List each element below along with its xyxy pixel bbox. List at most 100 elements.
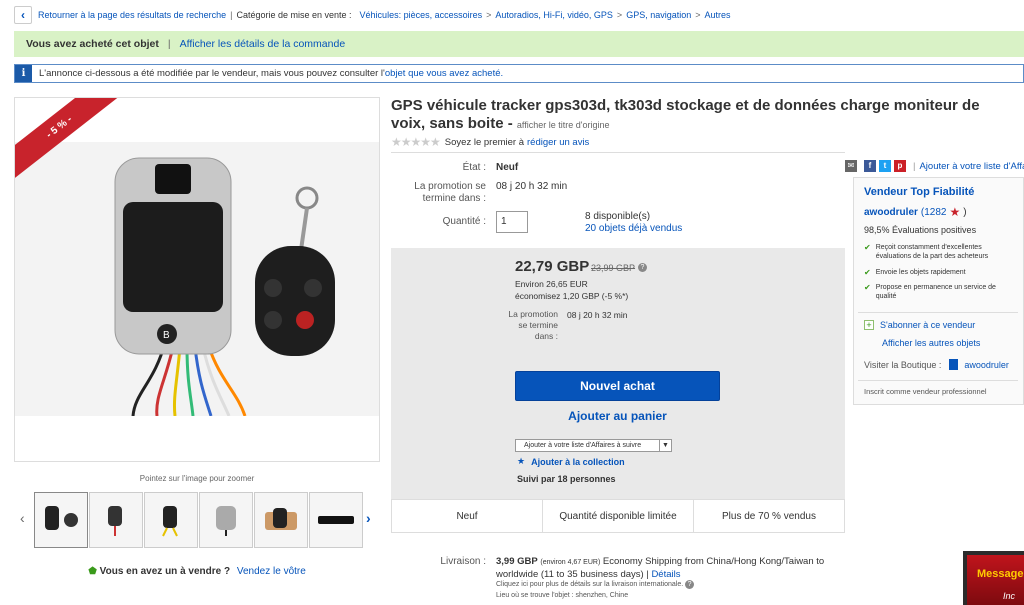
write-review-link[interactable]: rédiger un avis	[527, 137, 589, 148]
store-link[interactable]: awoodruler	[964, 360, 1009, 370]
tag-icon: ⬟	[88, 566, 97, 577]
follow-seller[interactable]: + S'abonner à ce vendeur	[864, 320, 975, 330]
facebook-icon[interactable]: f	[864, 160, 876, 172]
help-icon[interactable]: ?	[638, 263, 647, 272]
listing-modified-notice: i L'annonce ci-dessous a été modifiée pa…	[14, 64, 1024, 83]
positive-feedback: 98,5% Évaluations positives	[864, 225, 977, 235]
feedback-star-icon: ★	[949, 205, 961, 219]
rating-row: ★★★★★ Soyez le premier à rédiger un avis	[391, 135, 590, 149]
sell-yours-link[interactable]: Vendez le vôtre	[237, 566, 306, 577]
add-to-cart-button[interactable]: Ajouter au panier	[515, 406, 720, 426]
back-to-results-link[interactable]: Retourner à la page des résultats de rec…	[38, 10, 226, 20]
main-image-panel[interactable]: B - 5 % -	[14, 97, 380, 462]
chevron-left-icon[interactable]: ‹	[14, 6, 32, 24]
chevron-right-icon[interactable]: ›	[366, 510, 371, 526]
thumbnail[interactable]	[199, 492, 253, 548]
thumbnail[interactable]	[144, 492, 198, 548]
breadcrumb-item-autres[interactable]: Autres	[705, 10, 731, 20]
seller-perk: ✔ Envoie les objets rapidement	[864, 268, 966, 277]
shipping-info: 3,99 GBP (environ 4,67 EUR) Economy Ship…	[496, 556, 825, 580]
thumbnail[interactable]	[34, 492, 88, 548]
original-title-link[interactable]: afficher le titre d'origine	[517, 120, 610, 130]
seller-name: awoodruler (1282 ★ )	[864, 205, 967, 219]
visit-store: Visiter la Boutique : awoodruler	[864, 359, 1009, 370]
promo-label: La promotion se termine dans :	[414, 181, 486, 204]
chat-widget-title: Message	[977, 568, 1024, 580]
thumbnail[interactable]	[254, 492, 308, 548]
sold-count-link[interactable]: 20 objets déjà vendus	[585, 223, 682, 235]
state-value: Neuf	[496, 162, 519, 173]
watchlist-select[interactable]: Ajouter à votre liste d'Affaires à suivr…	[515, 439, 672, 452]
separator: |	[230, 10, 233, 20]
sell-prompt-text: Vous en avez un à vendre ?	[99, 566, 231, 577]
breadcrumb: ‹ Retourner à la page des résultats de r…	[14, 6, 731, 24]
chevron-down-icon: ▼	[659, 440, 671, 451]
other-items-link[interactable]: Afficher les autres objets	[882, 338, 980, 348]
check-icon: ✔	[864, 268, 871, 277]
quantity-input[interactable]: 1	[496, 211, 528, 233]
promo-value-buybox: 08 j 20 h 32 min	[567, 310, 628, 320]
chat-widget[interactable]: Message Inc	[963, 551, 1024, 605]
pinterest-icon[interactable]: p	[894, 160, 906, 172]
shipping-note[interactable]: Cliquez ici pour plus de détails sur la …	[496, 580, 695, 589]
zoom-hint: Pointez sur l'image pour zoomer	[139, 474, 255, 483]
promo-label-buybox: La promotion se termine dans :	[508, 309, 558, 341]
shipping-details-link[interactable]: Détails	[651, 569, 680, 580]
divider	[858, 380, 1018, 381]
svg-text:B: B	[163, 330, 170, 341]
state-label: État :	[462, 162, 486, 173]
purchase-confirmation-bar: Vous avez acheté cet objet | Afficher le…	[14, 31, 1024, 57]
listing-title: GPS véhicule tracker gps303d, tk303d sto…	[391, 97, 980, 132]
savings: économisez 1,20 GBP (-5 %*)	[515, 291, 629, 301]
item-location: Lieu où se trouve l'objet : shenzhen, Ch…	[496, 592, 629, 599]
help-icon[interactable]: ?	[685, 580, 695, 589]
approx-price: Environ 26,65 EUR	[515, 279, 588, 289]
add-to-collection[interactable]: ★ Ajouter à la collection	[517, 456, 625, 467]
email-icon[interactable]: ✉	[845, 160, 857, 172]
breadcrumb-item-vehicules[interactable]: Véhicules: pièces, accessoires	[360, 10, 483, 20]
check-icon: ✔	[864, 243, 871, 252]
top-rated-badge[interactable]: Vendeur Top Fiabilité	[864, 186, 974, 198]
buy-now-button[interactable]: Nouvel achat	[515, 371, 720, 401]
seller-name-link[interactable]: awoodruler	[864, 207, 918, 218]
purchased-item-link[interactable]: objet que vous avez acheté.	[385, 68, 503, 79]
star-rating-icon: ★★★★★	[391, 135, 441, 149]
twitter-icon[interactable]: t	[879, 160, 891, 172]
purchase-status-text: Vous avez acheté cet objet	[26, 38, 159, 50]
order-details-link[interactable]: Afficher les détails de la commande	[180, 38, 346, 50]
check-icon: ✔	[864, 283, 871, 292]
store-icon	[949, 359, 959, 370]
thumbnail[interactable]	[89, 492, 143, 548]
star-icon: ★	[517, 456, 526, 466]
breadcrumb-item-gps[interactable]: GPS, navigation	[626, 10, 691, 20]
sell-prompt: ⬟ Vous en avez un à vendre ? Vendez le v…	[14, 566, 380, 577]
promo-value: 08 j 20 h 32 min	[496, 181, 568, 192]
seller-perk: ✔ Propose en permanence un service de qua…	[864, 283, 996, 300]
info-icon: i	[15, 65, 32, 82]
chat-widget-subtitle: Inc	[1003, 591, 1016, 601]
category-label: Catégorie de mise en vente :	[236, 10, 352, 20]
available-count: 8 disponible(s)	[585, 211, 651, 222]
highlight-limited-qty: Quantité disponible limitée	[543, 500, 694, 532]
divider	[391, 152, 845, 153]
breadcrumb-item-autoradios[interactable]: Autoradios, Hi-Fi, vidéo, GPS	[495, 10, 613, 20]
chevron-left-icon[interactable]: ‹	[20, 510, 25, 526]
plus-icon: +	[864, 320, 874, 330]
thumbnail-strip: ‹ ›	[14, 492, 380, 550]
highlights-strip: Neuf Quantité disponible limitée Plus de…	[391, 499, 845, 533]
followers-count: Suivi par 18 personnes	[517, 474, 616, 484]
registered-business: Inscrit comme vendeur professionnel	[864, 387, 987, 396]
quantity-label: Quantité :	[442, 216, 486, 227]
add-to-watchlist-link[interactable]: Ajouter à votre liste d'Affaires	[919, 161, 1024, 172]
feedback-score-link[interactable]: (1282	[921, 207, 947, 218]
highlight-sold-percent: Plus de 70 % vendus	[722, 510, 816, 522]
highlight-condition: Neuf	[392, 500, 543, 532]
price: 22,79 GBP	[515, 258, 590, 275]
notice-text: L'annonce ci-dessous a été modifiée par …	[39, 68, 385, 79]
divider	[858, 312, 1018, 313]
seller-perk: ✔ Reçoit constamment d'excellentes évalua…	[864, 243, 989, 260]
product-photo[interactable]: B	[15, 142, 379, 417]
share-row: ✉ f t p | Ajouter à votre liste d'Affair…	[845, 160, 1024, 172]
thumbnail[interactable]	[309, 492, 363, 548]
shipping-label: Livraison :	[440, 556, 486, 567]
